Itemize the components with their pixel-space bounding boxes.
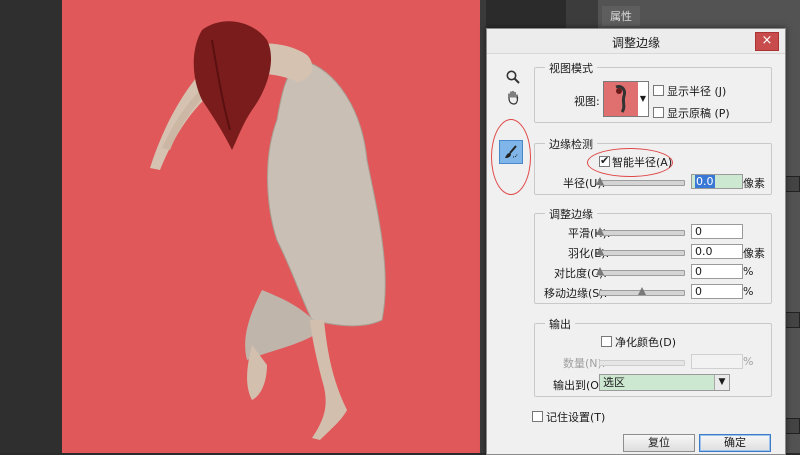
chevron-down-icon: ▼	[714, 375, 729, 390]
shift-edge-label: 移动边缘(S):	[544, 287, 608, 300]
view-mode-dropdown[interactable]: ▼	[638, 81, 649, 117]
smart-radius-label: 智能半径(A)	[612, 156, 673, 169]
edge-detection-legend: 边缘检测	[545, 136, 597, 152]
show-radius-label: 显示半径 (J)	[667, 85, 727, 98]
refine-radius-tool-button[interactable]	[499, 140, 523, 164]
hand-tool-button[interactable]	[503, 87, 523, 107]
workspace-left	[0, 0, 62, 453]
decontaminate-checkbox[interactable]	[601, 336, 612, 347]
remember-settings-label: 记住设置(T)	[546, 411, 606, 424]
dropdown-arrow-icon: ▼	[639, 94, 647, 103]
contrast-slider-thumb[interactable]	[596, 267, 604, 275]
dancer-photo	[150, 21, 386, 440]
smooth-input[interactable]: 0	[691, 224, 743, 239]
hand-icon	[508, 90, 519, 105]
amount-input	[691, 354, 743, 369]
contrast-slider[interactable]	[596, 267, 685, 276]
feather-input[interactable]: 0.0	[691, 244, 743, 259]
dialog-titlebar[interactable]: 调整边缘 ×	[487, 29, 785, 54]
view-mode-thumbnail[interactable]	[603, 81, 639, 117]
shift-edge-input[interactable]: 0	[691, 284, 743, 299]
zoom-tool-button[interactable]	[503, 67, 523, 87]
smooth-slider[interactable]	[596, 227, 685, 236]
smart-radius-checkbox[interactable]	[599, 154, 610, 167]
view-preview-image	[604, 82, 638, 116]
decontaminate-label: 净化颜色(D)	[615, 336, 677, 349]
radius-input[interactable]: 0.0	[691, 174, 743, 189]
reset-button[interactable]: 复位	[623, 434, 695, 452]
show-original-checkbox[interactable]	[653, 107, 664, 118]
dialog-title: 调整边缘	[611, 36, 660, 50]
refine-edge-dialog: 调整边缘 × 视图模式 视图: ▼ 显示半径 (J) 显示原稿 (P) 边缘检测…	[486, 28, 786, 455]
shift-edge-slider-thumb[interactable]	[638, 287, 646, 295]
shift-edge-unit: %	[743, 285, 754, 298]
output-to-select[interactable]: 选区 ▼	[599, 374, 730, 391]
radius-slider[interactable]	[596, 177, 685, 186]
refine-radius-brush-icon	[505, 145, 518, 158]
output-to-value: 选区	[603, 376, 625, 389]
amount-unit: %	[743, 355, 754, 368]
ok-button[interactable]: 确定	[699, 434, 771, 452]
radius-slider-thumb[interactable]	[596, 177, 604, 185]
zoom-icon	[506, 70, 520, 84]
show-radius-checkbox[interactable]	[653, 85, 664, 96]
feather-unit: 像素	[743, 247, 765, 260]
photo-canvas[interactable]	[62, 0, 480, 453]
remember-settings-checkbox[interactable]	[532, 411, 543, 422]
radius-value: 0.0	[695, 175, 715, 188]
feather-slider-thumb[interactable]	[596, 247, 604, 255]
feather-slider[interactable]	[596, 247, 685, 256]
close-button[interactable]: ×	[755, 32, 779, 51]
view-label: 视图:	[574, 95, 600, 108]
contrast-input[interactable]: 0	[691, 264, 743, 279]
shift-edge-slider[interactable]	[599, 287, 685, 296]
output-legend: 输出	[545, 316, 575, 332]
adjust-edge-legend: 调整边缘	[545, 206, 597, 222]
view-mode-legend: 视图模式	[545, 60, 597, 76]
contrast-unit: %	[743, 265, 754, 278]
tab-properties[interactable]: 属性	[602, 6, 640, 26]
show-original-label: 显示原稿 (P)	[667, 107, 730, 120]
amount-slider	[599, 360, 685, 366]
smooth-slider-thumb[interactable]	[596, 227, 604, 235]
radius-unit: 像素	[743, 177, 765, 190]
